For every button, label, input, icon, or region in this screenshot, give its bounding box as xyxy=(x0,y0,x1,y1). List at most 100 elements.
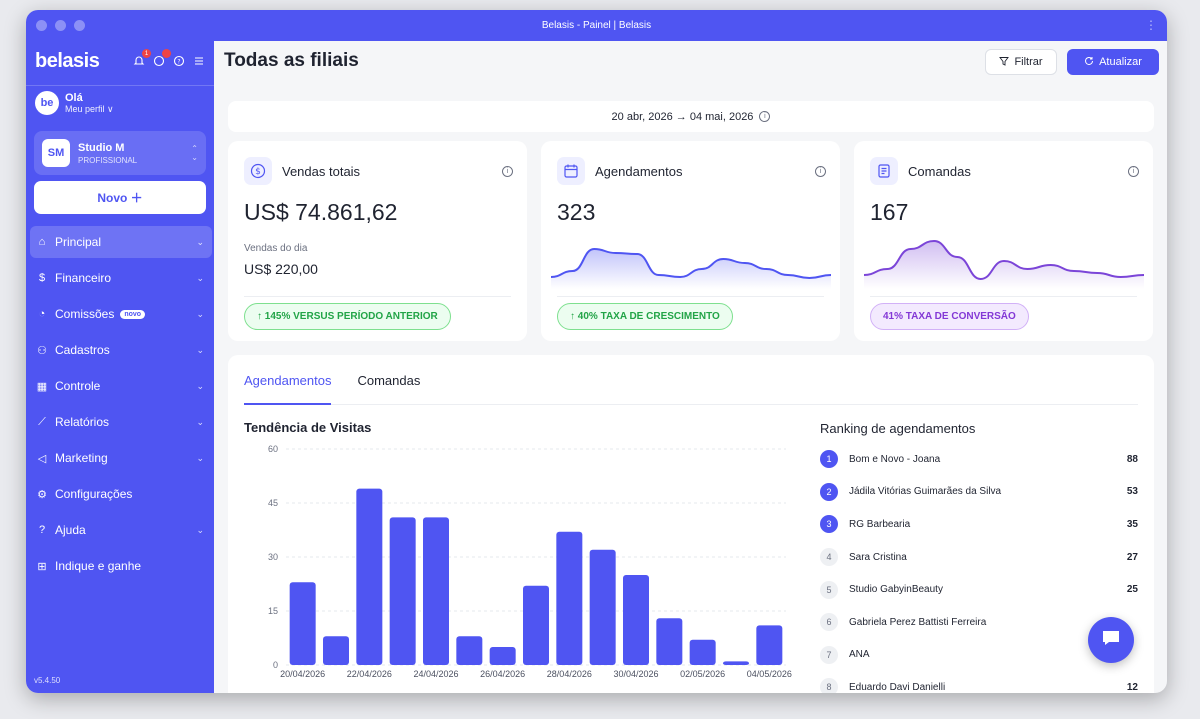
y-tick-label: 30 xyxy=(268,552,278,562)
list-item[interactable]: 2 Jádila Vitórias Guimarães da Silva 53 xyxy=(820,476,1138,509)
dollar-icon: $ xyxy=(244,157,272,185)
rank-position: 1 xyxy=(820,450,838,469)
list-item[interactable]: 4 Sara Cristina 27 xyxy=(820,541,1138,574)
daily-sales-value: US$ 220,00 xyxy=(244,261,318,277)
sparkline-area xyxy=(551,249,831,289)
sidebar-item-ajuda[interactable]: ? Ajuda ⌄ xyxy=(30,514,212,546)
sidebar-item-configuracoes[interactable]: ⚙ Configurações xyxy=(30,478,212,510)
close-window-button[interactable] xyxy=(36,20,47,31)
brand-row: belasis 1 ? xyxy=(35,49,206,73)
main-content: Todas as filiais Filtrar Atualizar 20 ab… xyxy=(214,41,1167,693)
date-range-bar[interactable]: 20 abr, 2026 → 04 mai, 2026 i xyxy=(228,101,1154,132)
chevron-down-icon: ⌄ xyxy=(196,380,204,391)
list-item[interactable]: 1 Bom e Novo - Joana 88 xyxy=(820,443,1138,476)
sales-total-value: US$ 74.861,62 xyxy=(244,199,398,225)
whatsapp-badge xyxy=(162,49,171,58)
rank-position: 4 xyxy=(820,548,838,567)
app-window: Belasis - Painel | Belasis ⋮ belasis 1 ? xyxy=(26,10,1167,693)
chat-icon xyxy=(1101,629,1121,652)
rank-name: Gabriela Perez Battisti Ferreira xyxy=(849,616,987,628)
y-tick-label: 60 xyxy=(268,444,278,454)
maximize-window-button[interactable] xyxy=(74,20,85,31)
list-item[interactable]: 5 Studio GabyinBeauty 25 xyxy=(820,573,1138,606)
sidebar-item-comissoes[interactable]: ◔ Comissões novo ⌄ xyxy=(30,298,212,330)
info-icon[interactable]: i xyxy=(1128,165,1139,177)
bar xyxy=(489,647,516,665)
logo[interactable]: belasis xyxy=(35,50,100,73)
analytics-panel: Agendamentos Comandas Tendência de Visit… xyxy=(228,355,1154,693)
chevron-down-icon: ⌄ xyxy=(196,524,204,535)
x-tick-label: 22/04/2026 xyxy=(347,669,392,679)
appointments-sparkline xyxy=(551,247,831,289)
grid-icon: ▦ xyxy=(36,380,48,393)
user-profile[interactable]: be Olá Meu perfil ∨ xyxy=(35,91,114,115)
info-icon[interactable]: i xyxy=(502,165,513,177)
bar xyxy=(456,636,483,665)
my-profile-link[interactable]: Meu perfil ∨ xyxy=(65,104,114,115)
minimize-window-button[interactable] xyxy=(55,20,66,31)
bell-icon[interactable]: 1 xyxy=(132,49,151,68)
x-tick-label: 04/05/2026 xyxy=(747,669,792,679)
rank-count: 27 xyxy=(1126,551,1138,563)
info-icon[interactable]: i xyxy=(815,165,826,177)
rank-count: 12 xyxy=(1126,681,1138,693)
tab-comandas[interactable]: Comandas xyxy=(357,373,420,405)
visits-bar-chart: 0 15 30 45 60 20/04/2026 22/04/2026 24/04/2026 2… xyxy=(268,444,792,679)
sidebar-item-financeiro[interactable]: $ Financeiro ⌄ xyxy=(30,262,212,294)
sidebar-item-label: Financeiro xyxy=(55,271,112,285)
whatsapp-icon[interactable] xyxy=(152,49,171,68)
card-divider xyxy=(557,296,824,297)
sidebar-item-indique[interactable]: ⊞ Indique e ganhe xyxy=(30,550,212,582)
rank-count: 35 xyxy=(1126,518,1138,530)
bar xyxy=(556,531,583,665)
window-menu-icon[interactable]: ⋮ xyxy=(1145,18,1157,32)
sidebar-item-label: Principal xyxy=(55,235,102,249)
help-circle-icon[interactable]: ? xyxy=(172,54,186,68)
info-icon[interactable]: i xyxy=(759,111,771,122)
list-menu-icon[interactable] xyxy=(192,54,206,68)
megaphone-icon: ◁ xyxy=(37,452,47,465)
rank-position: 8 xyxy=(820,678,838,693)
studio-role: PROFISSIONAL xyxy=(78,155,138,165)
list-item[interactable]: 3 RG Barbearia 35 xyxy=(820,508,1138,541)
filter-button[interactable]: Filtrar xyxy=(985,49,1057,75)
home-icon: ⌂ xyxy=(38,236,46,248)
rank-name: ANA xyxy=(849,649,870,661)
new-button[interactable]: Novo ＋ xyxy=(34,181,206,214)
rank-name: RG Barbearia xyxy=(849,518,911,530)
sidebar-item-relatorios[interactable]: ⟋ Relatórios ⌄ xyxy=(30,406,212,438)
chart-line-icon: ⟋ xyxy=(38,415,46,428)
studio-avatar: SM xyxy=(42,139,70,167)
rank-name: Studio GabyinBeauty xyxy=(849,584,943,596)
sidebar-divider xyxy=(26,85,214,86)
rank-count: 25 xyxy=(1126,584,1138,596)
date-range: 20 abr, 2026 → 04 mai, 2026 xyxy=(611,110,754,123)
window-controls xyxy=(36,20,85,31)
user-greeting: Olá xyxy=(65,91,83,104)
user-avatar: be xyxy=(35,91,59,115)
rank-count: 53 xyxy=(1126,486,1138,498)
studio-selector[interactable]: SM Studio M PROFISSIONAL ⌃ ⌄ xyxy=(34,131,206,175)
bar xyxy=(723,661,749,665)
orders-card: Comandas i 167 41% TAXA DE CONVERSÃO xyxy=(854,141,1153,341)
orders-value: 167 xyxy=(870,199,909,225)
sidebar-item-marketing[interactable]: ◁ Marketing ⌄ xyxy=(30,442,212,474)
sidebar-item-principal[interactable]: ⌂ Principal ⌄ xyxy=(30,226,212,258)
filter-label: Filtrar xyxy=(1014,56,1043,68)
bar xyxy=(389,517,416,665)
sidebar-item-controle[interactable]: ▦ Controle ⌄ xyxy=(30,370,212,402)
list-item[interactable]: 8 Eduardo Davi Danielli 12 xyxy=(820,671,1138,693)
update-label: Atualizar xyxy=(1099,56,1142,68)
tab-bar: Agendamentos Comandas xyxy=(244,373,1138,405)
chevron-down-icon: ⌄ xyxy=(196,416,204,427)
sidebar-item-cadastros[interactable]: ⚇ Cadastros ⌄ xyxy=(30,334,212,366)
daily-sales-label: Vendas do dia xyxy=(244,243,308,254)
rank-position: 7 xyxy=(820,645,838,664)
bar xyxy=(689,639,716,665)
x-tick-label: 20/04/2026 xyxy=(280,669,325,679)
tab-agendamentos[interactable]: Agendamentos xyxy=(244,373,332,405)
growth-pill: ↑ 40% TAXA DE CRESCIMENTO xyxy=(557,303,733,330)
notification-badge: 1 xyxy=(142,49,151,58)
chat-button[interactable] xyxy=(1088,617,1134,663)
update-button[interactable]: Atualizar xyxy=(1067,49,1159,75)
